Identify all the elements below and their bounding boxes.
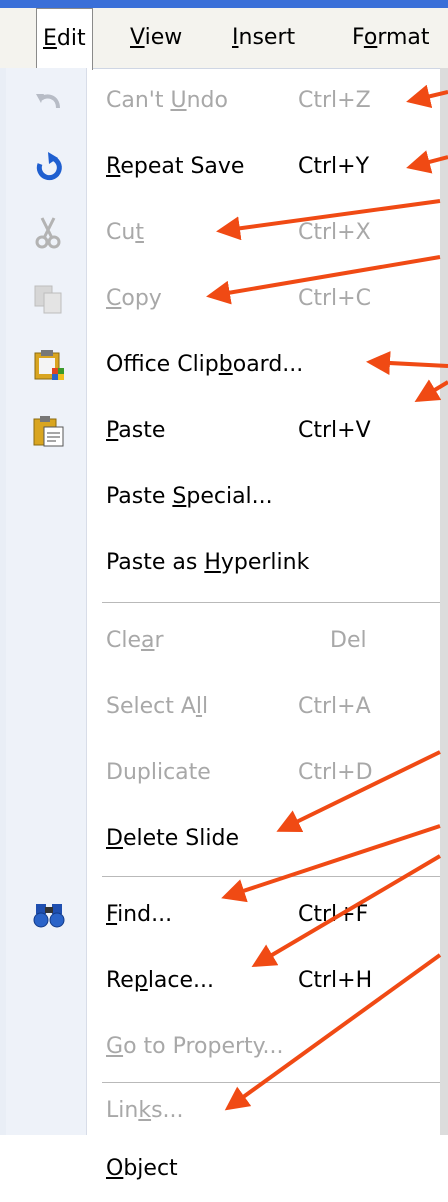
menu-item-shortcut: Ctrl+V <box>298 418 371 443</box>
menu-item-label: Clear <box>106 628 164 653</box>
menu-item-duplicate[interactable]: Duplicate Ctrl+D <box>6 740 448 806</box>
menu-item-label: Object <box>106 1156 178 1181</box>
scissors-icon <box>32 216 66 250</box>
menu-item-label: Can't Undo <box>106 88 228 113</box>
menu-item-undo[interactable]: Can't Undo Ctrl+Z <box>6 68 448 134</box>
copy-icon <box>32 282 66 316</box>
menu-item-label: Links... <box>106 1098 184 1123</box>
menu-item-shortcut: Del <box>330 628 367 653</box>
menu-shadow <box>440 68 448 1135</box>
menu-item-shortcut: Ctrl+Z <box>298 88 371 113</box>
menu-separator <box>102 602 448 603</box>
menubar-insert[interactable]: Insert <box>226 8 301 68</box>
menu-item-delete-slide[interactable]: Delete Slide <box>6 806 448 872</box>
menu-item-label: Paste Special... <box>106 484 273 509</box>
menu-item-label: Find... <box>106 902 173 927</box>
menu-item-label: Paste <box>106 418 166 443</box>
menu-item-label: Select All <box>106 694 209 719</box>
menu-item-select-all[interactable]: Select All Ctrl+A <box>6 674 448 740</box>
menu-item-office-clipboard[interactable]: Office Clipboard... <box>6 332 448 398</box>
menu-item-label: Delete Slide <box>106 826 239 851</box>
menubar-format[interactable]: Format <box>346 8 436 68</box>
menu-item-object[interactable]: Object <box>6 1136 448 1202</box>
office-clipboard-icon <box>32 348 66 382</box>
binoculars-icon <box>32 898 66 932</box>
menu-item-shortcut: Ctrl+F <box>298 902 369 927</box>
menu-item-label: Office Clipboard... <box>106 352 304 377</box>
menu-item-links[interactable]: Links... <box>6 1072 448 1136</box>
menubar-view[interactable]: View <box>124 8 188 68</box>
edit-menu: Can't Undo Ctrl+Z Repeat Save Ctrl+Y Cut… <box>6 68 448 1181</box>
menu-item-label: Paste as Hyperlink <box>106 550 310 575</box>
title-bar-strip <box>0 0 448 8</box>
menu-item-shortcut: Ctrl+A <box>298 694 371 719</box>
menu-item-label: Repeat Save <box>106 154 245 179</box>
menu-item-paste-as-hyperlink[interactable]: Paste as Hyperlink <box>6 530 448 596</box>
menu-item-cut[interactable]: Cut Ctrl+X <box>6 200 448 266</box>
repeat-icon <box>32 150 66 184</box>
menu-item-paste[interactable]: Paste Ctrl+V <box>6 398 448 464</box>
menu-bar: Edit View Insert Format <box>0 8 448 70</box>
menu-item-label: Copy <box>106 286 162 311</box>
menu-item-replace[interactable]: Replace... Ctrl+H <box>6 948 448 1014</box>
menu-item-copy[interactable]: Copy Ctrl+C <box>6 266 448 332</box>
menu-item-shortcut: Ctrl+Y <box>298 154 370 179</box>
menubar-edit[interactable]: Edit <box>36 8 93 70</box>
menu-item-shortcut: Ctrl+C <box>298 286 371 311</box>
menu-item-paste-special[interactable]: Paste Special... <box>6 464 448 530</box>
menu-item-shortcut: Ctrl+H <box>298 968 373 993</box>
menu-item-label: Go to Property... <box>106 1034 284 1059</box>
menu-separator <box>102 876 448 877</box>
paste-icon <box>32 414 66 448</box>
menu-item-repeat-save[interactable]: Repeat Save Ctrl+Y <box>6 134 448 200</box>
menu-item-shortcut: Ctrl+X <box>298 220 371 245</box>
menu-item-label: Duplicate <box>106 760 211 785</box>
menu-item-go-to-property[interactable]: Go to Property... <box>6 1014 448 1080</box>
menu-item-label: Cut <box>106 220 144 245</box>
menu-item-label: Replace... <box>106 968 215 993</box>
undo-icon <box>32 84 66 118</box>
menu-item-clear[interactable]: Clear Del <box>6 608 448 674</box>
menu-item-find[interactable]: Find... Ctrl+F <box>6 882 448 948</box>
menu-item-shortcut: Ctrl+D <box>298 760 373 785</box>
